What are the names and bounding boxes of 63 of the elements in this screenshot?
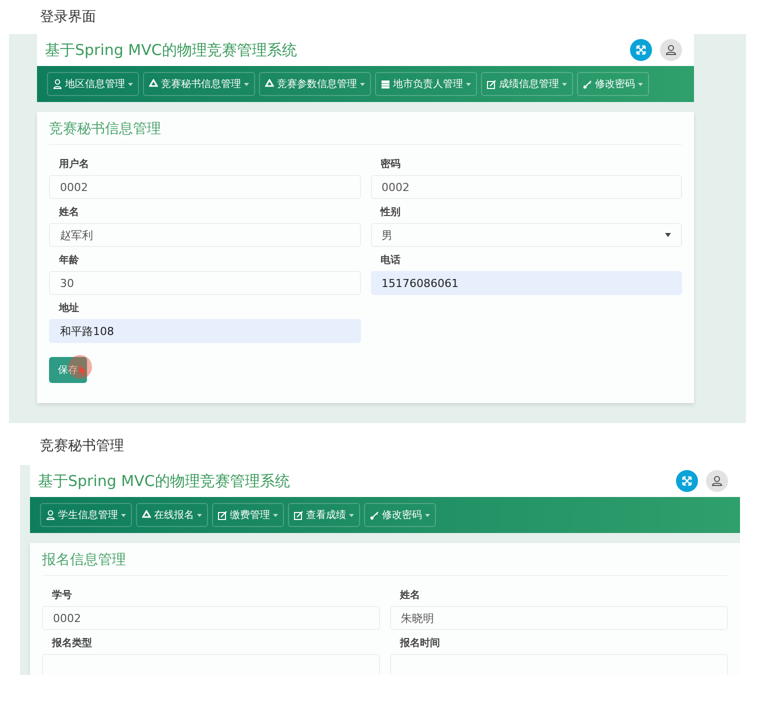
key-icon [370,510,379,520]
save-button[interactable]: 保存 [49,357,87,383]
fullscreen-icon[interactable] [676,470,698,492]
edit-icon [218,510,227,520]
nav-menu-button[interactable]: 缴费管理 [212,503,284,527]
input-field[interactable]: 和平路108 [49,319,360,343]
field-label: 姓名 [58,206,80,220]
nav-menu-button[interactable]: 竞赛参数信息管理 [259,72,371,96]
select-field[interactable]: 男 [370,223,682,247]
person-icon [46,510,55,520]
nav-menu-button[interactable]: 修改密码 [577,72,649,96]
app-title: 基于Spring MVC的物理竞赛管理系统 [38,472,290,490]
fullscreen-icon[interactable] [630,39,652,61]
caret-icon [562,82,567,86]
nav-menu-button[interactable]: 竞赛秘书信息管理 [143,72,255,96]
field-label: 地址 [58,302,80,316]
field-label: 用户名 [58,157,90,172]
field-label: 学号 [51,588,73,603]
panel-title: 竞赛秘书信息管理 [49,120,682,145]
edit-icon [487,80,496,88]
field-label: 性别 [379,206,402,220]
field-label: 密码 [380,158,402,172]
input-field[interactable]: 15176086061 [370,271,682,295]
input-field[interactable]: 赵军利 [49,223,360,247]
input-field[interactable]: 30 [49,271,360,295]
nav-menu-button[interactable]: 修改密码 [364,503,436,527]
input-field[interactable]: 0002 [42,606,380,630]
nav-menu-button[interactable]: 成绩信息管理 [481,72,573,96]
caption: 竞赛秘书管理 [39,437,125,456]
key-icon [583,80,592,88]
caret-icon [128,82,133,86]
click-indicator-icon [67,354,93,380]
user-avatar-icon[interactable] [706,470,728,492]
field-label: 年龄 [58,254,80,268]
caret-icon [638,82,643,86]
nav-menu-button[interactable]: 地市负责人管理 [375,72,477,96]
person-icon [53,79,62,89]
nav-menu-button[interactable]: 地区信息管理 [47,72,139,96]
field-label: 姓名 [398,588,421,603]
caret-icon [425,514,430,516]
input-field[interactable]: 0002 [49,175,360,199]
caret-icon [349,514,354,516]
user-avatar-icon[interactable] [660,39,682,61]
field-label: 报名类型 [50,636,93,651]
nav-menu-button[interactable]: 学生信息管理 [40,503,132,527]
panel-title: 报名信息管理 [42,551,728,576]
field-label: 电话 [380,254,402,268]
input-field[interactable]: 朱晓明 [390,606,728,630]
nav-menu-button[interactable]: 在线报名 [136,503,208,527]
caret-icon [665,233,671,237]
app-title: 基于Spring MVC的物理竞赛管理系统 [45,40,297,60]
table-icon [381,80,390,88]
caret-icon [273,514,278,516]
caret-icon [360,82,365,86]
caret-icon [121,514,126,516]
caption: 登录界面 [39,8,97,27]
caret-icon [197,514,202,516]
caret-icon [244,82,249,86]
input-field[interactable]: 0002 [370,175,682,199]
field-label: 报名时间 [398,636,441,651]
caret-icon [466,82,471,86]
edit-icon [294,510,303,520]
nav-menu-button[interactable]: 查看成绩 [288,503,360,527]
